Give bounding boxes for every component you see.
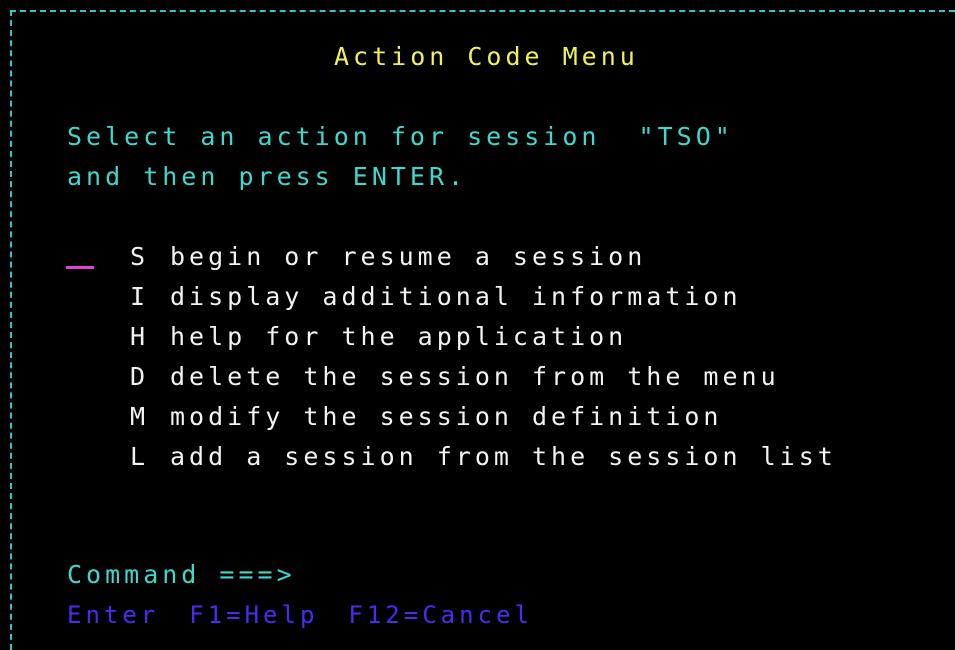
option-label: display additional information: [170, 282, 742, 311]
terminal-screen: Action Code Menu Select an action for se…: [0, 0, 955, 650]
option-code: L: [130, 442, 150, 471]
window-border-left: [10, 10, 12, 650]
command-input[interactable]: [296, 560, 856, 588]
menu-option-display-info[interactable]: Idisplay additional information: [130, 282, 742, 312]
function-key-bar: Enter F1=Help F12=Cancel: [67, 600, 563, 630]
menu-option-add-session[interactable]: Ladd a session from the session list: [130, 442, 837, 472]
enter-key[interactable]: Enter: [67, 601, 159, 629]
command-line: Command ===>: [67, 560, 856, 590]
option-code: M: [130, 402, 150, 431]
option-code: D: [130, 362, 150, 391]
window-border-top: [10, 10, 955, 12]
option-label: add a session from the session list: [170, 442, 837, 471]
menu-option-begin-session[interactable]: Sbegin or resume a session: [130, 242, 646, 272]
option-label: begin or resume a session: [170, 242, 647, 271]
f12-cancel-key[interactable]: F12=Cancel: [348, 601, 533, 629]
command-label: Command ===>: [67, 560, 296, 589]
menu-option-delete-session[interactable]: Ddelete the session from the menu: [130, 362, 780, 392]
prompt-line-1: Select an action for session "TSO": [67, 122, 734, 151]
option-code: H: [130, 322, 150, 351]
option-label: delete the session from the menu: [170, 362, 780, 391]
f1-help-key[interactable]: F1=Help: [189, 601, 318, 629]
menu-option-help[interactable]: Hhelp for the application: [130, 322, 627, 352]
option-code: S: [130, 242, 150, 271]
menu-option-modify-session[interactable]: Mmodify the session definition: [130, 402, 723, 432]
action-code-input[interactable]: [66, 266, 94, 269]
menu-title: Action Code Menu: [334, 42, 639, 71]
option-code: I: [130, 282, 150, 311]
prompt-line-2: and then press ENTER.: [67, 162, 468, 191]
option-label: help for the application: [170, 322, 628, 351]
option-label: modify the session definition: [170, 402, 723, 431]
